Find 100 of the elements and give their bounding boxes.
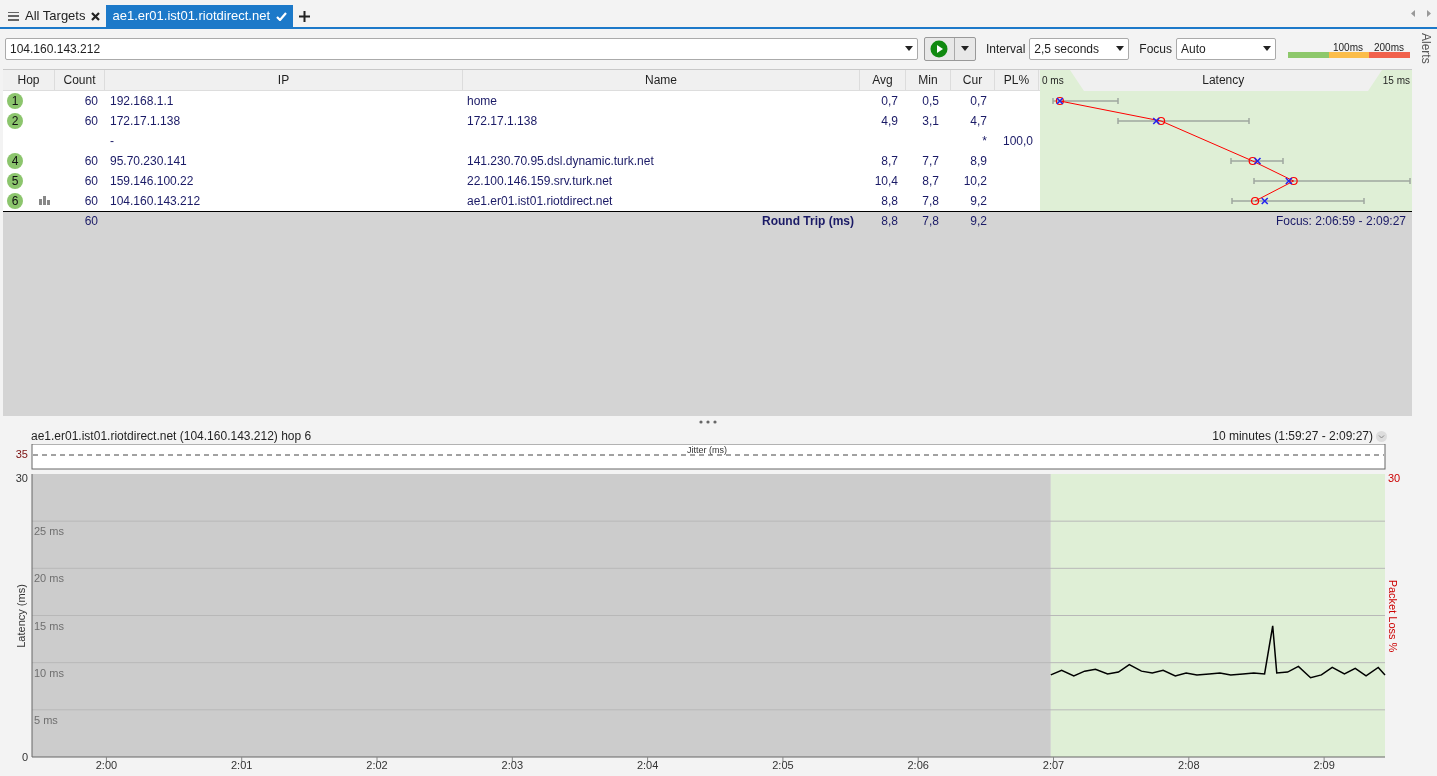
table-cell-text: 10,2: [963, 172, 987, 190]
table-cell-text: 60: [84, 172, 98, 190]
axis-tick-label: 15 ms: [34, 619, 64, 632]
axis-tick-label: 2:03: [501, 759, 524, 771]
column-header[interactable]: Cur: [951, 69, 995, 90]
alerts-tab[interactable]: Alerts: [1417, 33, 1435, 64]
axis-tick-label: 2:05: [772, 759, 794, 771]
table-cell-text: 60: [84, 152, 98, 170]
table-cell-text: 0,7: [970, 92, 987, 110]
table-cell-text: 8,8: [881, 212, 898, 230]
table-cell-text: 141.230.70.95.dsl.dynamic.turk.net: [467, 152, 654, 170]
table-cell-text: 8,8: [881, 192, 898, 210]
column-header[interactable]: Name: [463, 69, 860, 90]
column-header[interactable]: Avg: [860, 69, 906, 90]
add-tab-icon[interactable]: [299, 11, 310, 22]
table-cell-text: 104.160.143.212: [110, 192, 201, 210]
hop-badge: 5: [7, 172, 23, 189]
axis-tick-label: 2:01: [231, 759, 253, 771]
target-field[interactable]: 104.160.143.212: [5, 37, 918, 60]
axis-tick-label: 5 ms: [34, 713, 58, 726]
table-cell-text: 60: [84, 112, 98, 130]
hop-badge: 2: [7, 112, 23, 129]
table-cell-text: 9,2: [970, 212, 987, 230]
tab[interactable]: ae1.er01.ist01.riotdirect.net: [106, 5, 293, 27]
jitter-label: Jitter (ms): [687, 445, 727, 455]
column-header[interactable]: IP: [105, 69, 463, 90]
play-icon: [930, 39, 949, 58]
axis-tick-label: 10 ms: [34, 666, 64, 679]
axis-tick-label: 0: [21, 751, 28, 763]
table-cell-text: 60: [84, 212, 98, 230]
list-icon: [8, 11, 19, 21]
axis-tick-label: 30: [15, 472, 28, 484]
hop-badge: 4: [7, 152, 23, 169]
play-button[interactable]: [923, 36, 976, 61]
table-cell-text: 100,0: [1002, 132, 1033, 150]
tab[interactable]: All Targets: [2, 5, 107, 27]
column-header[interactable]: PL%: [995, 69, 1039, 90]
axis-min-label: 0 ms: [1042, 73, 1064, 88]
table-cell-text: 10,4: [874, 172, 898, 190]
table-cell-text: ae1.er01.ist01.riotdirect.net: [467, 192, 613, 210]
axis-tick-label: 30: [1388, 472, 1401, 484]
interval-label: Interval: [985, 40, 1026, 58]
splitter-handle[interactable]: [698, 420, 717, 425]
focus-select[interactable]: Auto: [1176, 37, 1276, 60]
table-cell-text: *: [982, 132, 987, 150]
column-header[interactable]: Hop: [3, 69, 55, 90]
axis-tick-label: 2:08: [1178, 759, 1200, 771]
focus-label: Focus: [1139, 40, 1172, 58]
table-cell-text: 60: [84, 92, 98, 110]
table-cell-text: 7,7: [922, 152, 939, 170]
table-cell-text: 8,7: [881, 152, 898, 170]
hop-badge: 1: [7, 92, 23, 109]
dropdown-caret-icon: [1263, 46, 1271, 52]
dropdown-caret-icon: [904, 46, 913, 52]
axis-tick-label: 2:07: [1042, 759, 1065, 771]
table-cell-text: 8,7: [922, 172, 939, 190]
table-cell-text: 9,2: [970, 192, 987, 210]
column-header[interactable]: Count: [55, 69, 105, 90]
axis-tick-label: 2:06: [907, 759, 929, 771]
axis-tick-label: 2:04: [636, 759, 659, 771]
table-cell-text: 0,5: [922, 92, 939, 110]
column-header[interactable]: Min: [906, 69, 951, 90]
time-range: 10 minutes (1:59:27 - 2:09:27): [1212, 428, 1373, 445]
table-cell-text: 192.168.1.1: [110, 92, 174, 110]
dropdown-caret-icon[interactable]: [960, 46, 969, 52]
focus-range: Focus: 2:06:59 - 2:09:27: [1275, 212, 1406, 230]
scale-label: 100ms: [1332, 40, 1364, 52]
axis-tick-label: 2:00: [95, 759, 118, 771]
axis-tick-label: 2:02: [366, 759, 388, 771]
axis-label: 35: [15, 448, 28, 460]
tab-scroll-icon[interactable]: [1411, 10, 1431, 17]
graph-title: ae1.er01.ist01.riotdirect.net (104.160.143.212) hop 6: [31, 428, 312, 445]
table-cell-text: 0,7: [881, 92, 898, 110]
table-cell-text: 3,1: [922, 112, 939, 130]
interval-select[interactable]: 2,5 seconds: [1029, 37, 1130, 60]
axis-tick-label: 25 ms: [34, 525, 64, 538]
close-icon[interactable]: [91, 11, 101, 21]
table-cell-text: 8,9: [970, 152, 987, 170]
table-cell-text: 172.17.1.138: [467, 112, 538, 130]
axis-max-label: 15 ms: [1382, 73, 1410, 88]
table-cell-text: 60: [84, 192, 98, 210]
table-cell-text: 159.146.100.22: [110, 172, 194, 190]
table-cell-text: 95.70.230.141: [110, 152, 187, 170]
scale-label: 200ms: [1373, 40, 1405, 52]
table-cell-text: -: [110, 132, 114, 150]
table-cell-text: 172.17.1.138: [110, 112, 181, 130]
axis-title: Packet Loss %: [1387, 579, 1399, 653]
summary-label: Round Trip (ms): [762, 212, 854, 230]
dropdown-caret-icon: [1116, 46, 1125, 52]
table-cell-text: 7,8: [922, 192, 939, 210]
axis-tick-label: 2:09: [1313, 759, 1335, 771]
table-cell-text: 22.100.146.159.srv.turk.net: [467, 172, 613, 190]
table-cell-text: 4,7: [970, 112, 987, 130]
check-icon: [276, 11, 287, 21]
hop-badge: 6: [7, 192, 23, 209]
axis-tick-label: 20 ms: [34, 572, 64, 585]
table-cell-text: home: [467, 92, 498, 110]
column-header[interactable]: Latency: [1202, 71, 1245, 90]
axis-title: Latency (ms): [15, 584, 27, 648]
table-cell-text: 4,9: [881, 112, 898, 130]
